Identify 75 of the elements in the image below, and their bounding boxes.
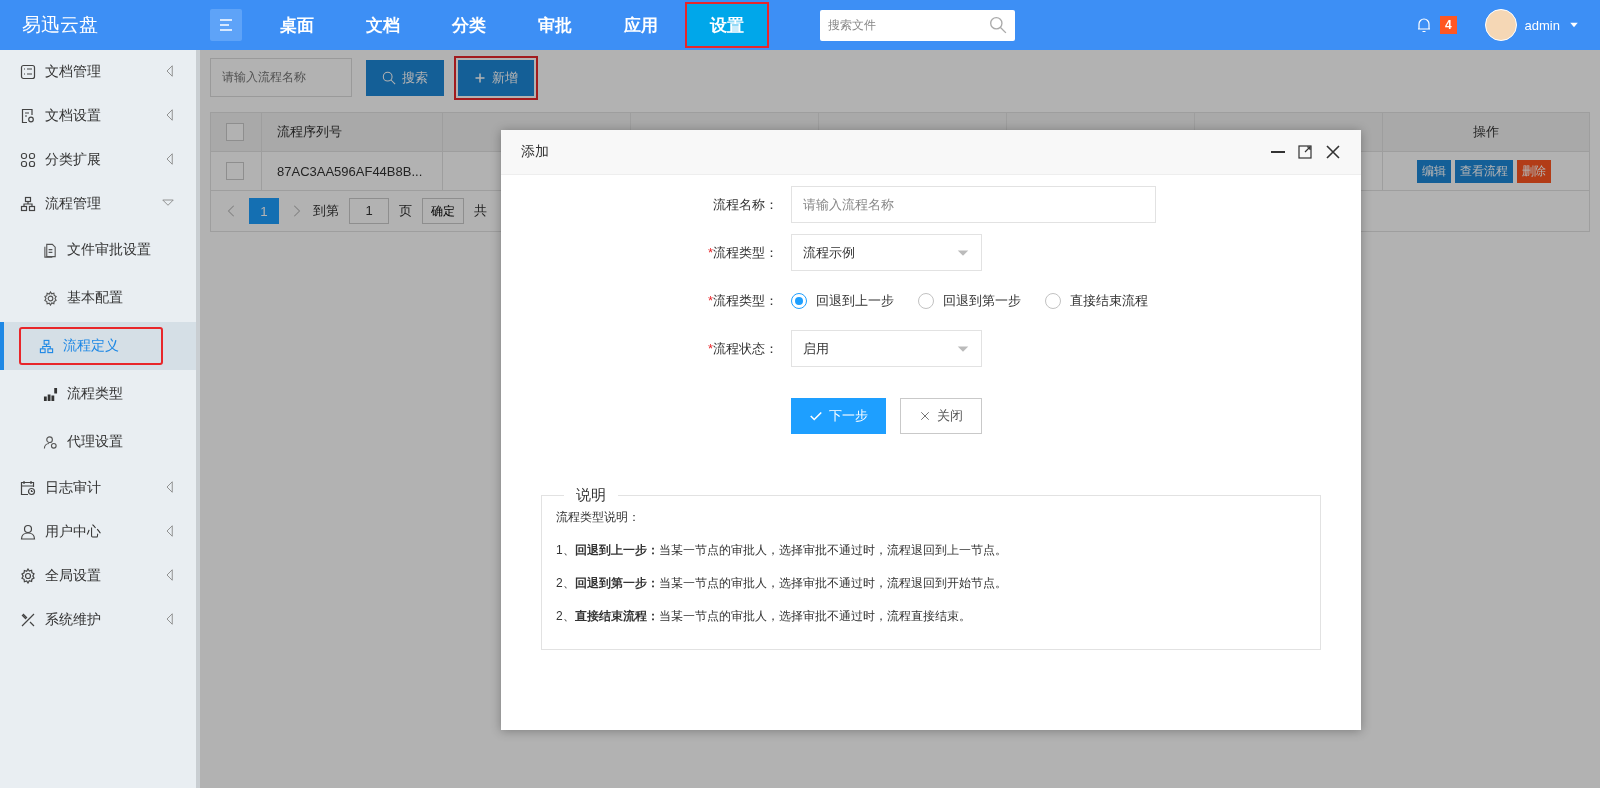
document-gear-icon [20,108,36,124]
chevron-left-icon [164,522,176,539]
page-input[interactable]: 1 [349,198,389,224]
note-legend: 说明 [564,486,618,505]
grid-icon [20,152,36,168]
sidebar-item[interactable]: 流程管理 [0,182,196,226]
chevron-left-icon [164,478,176,495]
sidebar-item[interactable]: 全局设置 [0,554,196,598]
field-label: *流程类型： [706,243,779,262]
column-header: 流程序列号 [261,112,443,152]
chevron-left-icon [164,610,176,627]
hierarchy-icon [20,196,36,212]
total-label: 共 [474,202,487,220]
menu-icon[interactable] [210,9,242,41]
column-header: 操作 [1382,112,1590,152]
field-label: *流程类型： [706,291,779,310]
bell-icon [1415,17,1432,33]
dropdown[interactable]: 流程示例 [791,234,982,271]
sidebar-item[interactable]: 分类扩展 [0,138,196,182]
user-icon [20,524,36,540]
minimize-icon [1271,151,1285,153]
sidebar-subitem[interactable]: 基本配置 [0,274,196,322]
app-logo: 易迅云盘 [21,13,99,37]
document-icon [43,242,58,258]
sidebar-subitem[interactable]: 流程类型 [0,370,196,418]
close-icon [919,410,931,422]
sidebar-item[interactable]: 用户中心 [0,510,196,554]
search-field[interactable]: 搜索文件 [820,9,1015,41]
close-button[interactable]: 关闭 [900,398,982,434]
sidebar-item[interactable]: 日志审计 [0,466,196,510]
chevron-left-icon [164,566,176,583]
maximize-icon [1297,144,1313,160]
sidebar-subitem[interactable]: 文件审批设置 [0,226,196,274]
goto-label: 到第 [313,202,339,220]
search-icon [989,16,1007,34]
close-icon [1325,144,1341,160]
note-text: 2、回退到第一步：当某一节点的审批人，选择审批不通过时，流程退回到开始节点。 [556,575,1008,592]
calendar-clock-icon [20,480,36,496]
chevron-left-icon [164,106,176,123]
sidebar-item[interactable]: 系统维护 [0,598,196,642]
page-label: 页 [399,202,412,220]
bar-chart-icon [43,386,58,402]
table-cell: 87AC3AA596AF44B8B... [261,151,443,191]
dropdown[interactable]: 启用 [791,330,982,367]
dialog-title: 添加 [521,143,549,161]
checklist-icon [20,64,36,80]
tools-icon [20,612,36,628]
checkbox[interactable] [226,123,244,141]
sidebar-item[interactable]: 文档管理 [0,50,196,94]
chevron-left-icon [164,150,176,167]
hierarchy-icon [39,338,54,354]
radio-option[interactable]: 回退到第一步 [918,291,1021,310]
check-icon [809,409,823,423]
gear-icon [43,290,58,306]
input-field[interactable]: 请输入流程名称 [791,186,1156,223]
radio-option[interactable]: 直接结束流程 [1045,291,1148,310]
search-icon [382,70,396,85]
field-label: 流程名称： [712,195,779,214]
notification-badge: 4 [1439,16,1457,34]
gear-icon [20,568,36,584]
radio-option[interactable]: 回退到上一步 [791,291,894,310]
avatar[interactable] [1484,9,1517,41]
note-text: 2、直接结束流程：当某一节点的审批人，选择审批不通过时，流程直接结束。 [556,608,972,625]
note-text: 流程类型说明： [556,509,641,526]
sidebar-subitem[interactable]: 代理设置 [0,418,196,466]
checkbox[interactable] [226,162,244,180]
field-label: *流程状态： [706,339,779,358]
name-search-field[interactable]: 请输入流程名称 [210,58,352,97]
chevron-left-icon [164,62,176,79]
plus-icon [474,71,486,84]
chevron-down-icon [160,197,176,209]
sidebar-item[interactable]: 文档设置 [0,94,196,138]
user-gear-icon [43,434,58,450]
note-text: 1、回退到上一步：当某一节点的审批人，选择审批不通过时，流程退回到上一节点。 [556,542,1008,559]
confirm-button[interactable]: 确定 [422,198,464,224]
